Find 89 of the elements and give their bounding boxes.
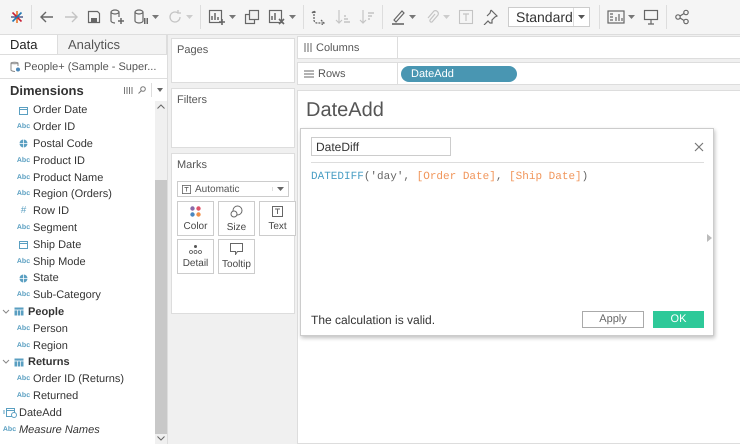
card-title: Filters (177, 94, 208, 106)
caret-icon[interactable] (152, 15, 159, 19)
rows-shelf[interactable]: Rows DateAdd (297, 62, 740, 85)
field-item[interactable]: Row ID (33, 204, 70, 218)
field-item[interactable]: Ship Mode (33, 254, 86, 269)
calculated-date-icon (2, 407, 16, 418)
highlighter-icon[interactable] (390, 9, 406, 25)
caret-icon[interactable] (409, 15, 416, 19)
new-chart-icon[interactable] (208, 9, 226, 25)
calculation-name-field[interactable]: DateDiff (311, 137, 451, 156)
field-item[interactable]: Product Name (33, 170, 104, 185)
cards-icon[interactable] (607, 9, 625, 25)
pane-tab[interactable]: Analytics (58, 35, 167, 54)
marks-button[interactable]: Text (259, 201, 296, 236)
field-item[interactable]: Order ID (Returns) (33, 372, 124, 386)
caret-icon[interactable] (289, 15, 296, 19)
formula-editor[interactable]: DATEDIFF('day', [Order Date], [Ship Date]) (311, 171, 704, 311)
sheet-title: DateAdd (306, 99, 385, 122)
columns-icon (304, 43, 312, 52)
caret-icon[interactable] (628, 15, 635, 19)
size-circles-icon (230, 204, 243, 218)
field-item[interactable]: Segment (33, 220, 78, 235)
globe-icon (19, 139, 28, 148)
menu-caret-icon[interactable] (157, 88, 163, 92)
shelf-label: Columns (316, 42, 360, 54)
field-item[interactable]: Order Date (33, 103, 88, 118)
scrollbar-thumb[interactable] (155, 180, 167, 434)
table-group[interactable]: Returns (28, 355, 70, 370)
field-item[interactable]: Order ID (33, 120, 76, 134)
marks-button[interactable]: Size (218, 201, 255, 236)
field-item[interactable]: Region (33, 338, 68, 353)
field-item[interactable]: Ship Date (33, 238, 82, 252)
shelf-label: Rows (318, 68, 346, 80)
caret-icon[interactable] (578, 15, 585, 19)
close-icon[interactable] (694, 142, 704, 152)
text-icon (272, 206, 283, 216)
presentation-icon[interactable] (643, 9, 659, 25)
text-icon (182, 184, 191, 194)
field-item[interactable]: Returned (33, 388, 78, 403)
caret-icon[interactable] (277, 187, 284, 191)
expanded-chevron-icon[interactable] (2, 308, 10, 315)
share-icon[interactable] (674, 9, 690, 25)
validation-message: The calculation is valid. (311, 312, 436, 326)
number-type-icon: # (20, 204, 26, 218)
field-item[interactable]: State (33, 271, 59, 286)
detail-dots-icon (189, 244, 202, 254)
apply-button[interactable]: Apply (582, 311, 644, 328)
field-item[interactable]: Region (Orders) (33, 187, 112, 202)
field-item[interactable]: Postal Code (33, 136, 93, 151)
table-icon (14, 307, 24, 316)
marks-button[interactable]: Detail (177, 239, 214, 274)
field-item[interactable]: Product ID (33, 154, 85, 168)
calendar-icon (19, 106, 28, 115)
scroll-up-icon[interactable] (157, 104, 165, 109)
search-icon[interactable] (138, 86, 146, 94)
save-icon[interactable] (87, 10, 101, 24)
data-source-name[interactable]: People+ (Sample - Super... (24, 60, 156, 72)
field-item[interactable]: Sub-Category (33, 288, 101, 302)
grid-view-icon[interactable] (124, 86, 133, 94)
table-icon (14, 358, 24, 367)
globe-icon (19, 274, 28, 283)
card-title: Pages (177, 44, 210, 56)
back-icon[interactable] (39, 9, 55, 25)
data-source-icon (10, 61, 20, 72)
swap-icon[interactable] (311, 9, 327, 25)
fit-dropdown[interactable]: Standard (508, 7, 590, 27)
pin-icon[interactable] (482, 9, 498, 25)
clear-sheet-icon[interactable] (268, 9, 286, 25)
table-group[interactable]: People (28, 304, 64, 319)
field-item[interactable]: DateAdd (19, 406, 62, 420)
database-plus-icon[interactable] (109, 9, 125, 25)
logo-icon (10, 10, 24, 24)
database-pause-icon[interactable] (133, 9, 149, 25)
marks-button[interactable]: Tooltip (218, 239, 255, 274)
marks-button[interactable]: Color (177, 201, 214, 236)
caret-icon[interactable] (229, 15, 236, 19)
rows-icon (304, 70, 314, 78)
color-dots-icon (190, 206, 201, 216)
columns-shelf[interactable]: Columns (297, 36, 740, 59)
tooltip-icon (230, 243, 243, 255)
duplicate-icon[interactable] (244, 9, 260, 25)
scroll-down-icon[interactable] (157, 436, 165, 441)
field-item[interactable]: Person (33, 322, 68, 336)
card-title: Marks (177, 159, 208, 171)
section-title: Dimensions (10, 82, 85, 98)
expanded-chevron-icon[interactable] (2, 359, 10, 366)
field-item[interactable]: Measure Names (19, 422, 100, 437)
calendar-icon (19, 240, 28, 250)
mark-type-dropdown[interactable]: Automatic (177, 181, 289, 197)
